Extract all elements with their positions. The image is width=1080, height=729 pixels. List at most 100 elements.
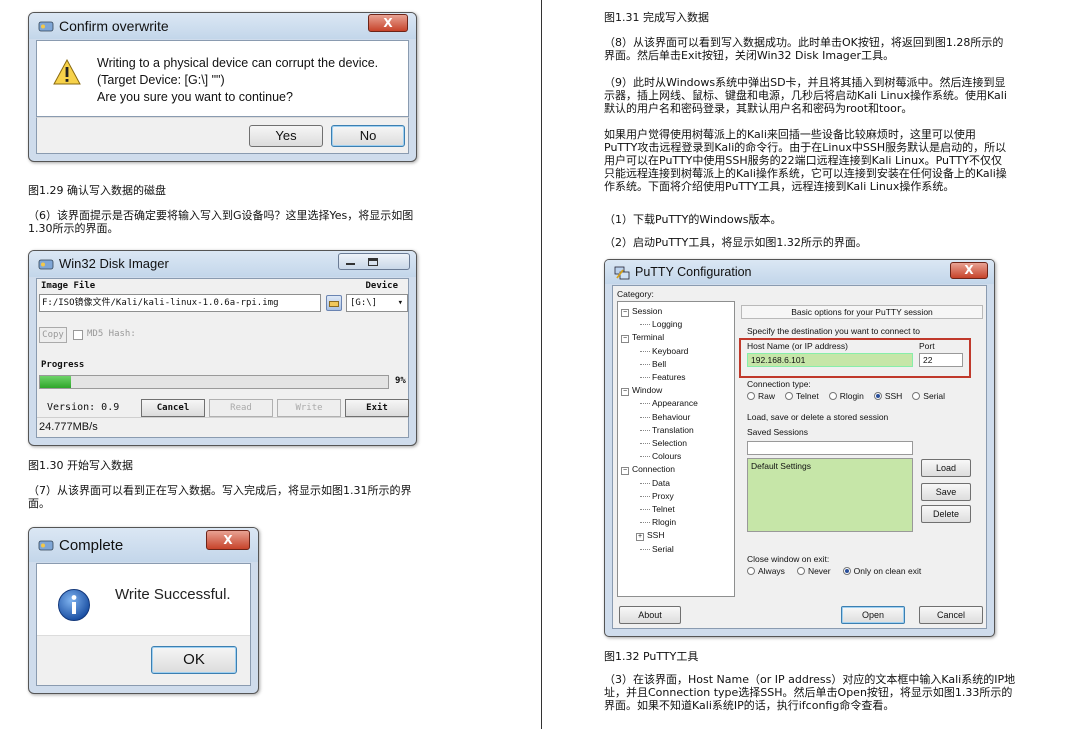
info-icon <box>58 589 90 621</box>
tree-item-colours[interactable]: Colours <box>640 451 681 461</box>
tree-item-selection[interactable]: Selection <box>640 438 687 448</box>
about-button[interactable]: About <box>619 606 681 624</box>
radio-always[interactable]: Always <box>747 566 785 576</box>
text-line: 只能远程连接到树莓派上的Kali操作系统，它可以连接到安装在任何设备上的Kali… <box>604 167 1007 180</box>
ok-button[interactable]: OK <box>151 646 237 674</box>
expand-icon[interactable]: + <box>636 533 644 542</box>
tree-item-features[interactable]: Features <box>640 372 686 382</box>
collapse-icon[interactable]: − <box>621 335 629 344</box>
no-button[interactable]: No <box>331 125 405 147</box>
window-title: PuTTY Configuration <box>635 265 752 279</box>
tree-item-data[interactable]: Data <box>640 478 670 488</box>
radio-ssh[interactable]: SSH <box>873 391 903 401</box>
collapse-icon[interactable]: − <box>621 309 629 317</box>
putty-configuration-window: PuTTY Configuration X Category: − Session… <box>604 259 995 637</box>
tree-connector <box>640 548 650 550</box>
minimize-icon[interactable] <box>346 263 355 265</box>
tree-item-label: Keyboard <box>652 345 689 356</box>
text-line: （3）在该界面，Host Name（or IP address）对应的文本框中输… <box>604 673 1016 686</box>
tree-connector <box>640 350 650 352</box>
connection-type-group: Raw Telnet Rlogin SSH Serial <box>747 391 987 401</box>
md5-checkbox[interactable] <box>73 330 83 340</box>
radio-label: SSH <box>884 391 903 401</box>
tree-item-session[interactable]: − Session <box>621 306 662 317</box>
tree-item-rlogin[interactable]: Rlogin <box>640 517 676 527</box>
win32-disk-imager-window: Win32 Disk Imager Image File Device F:/I… <box>28 250 417 446</box>
connection-type-label: Connection type: <box>747 379 811 389</box>
figure-caption: 图1.31 完成写入数据 <box>604 11 709 24</box>
saved-session-input[interactable] <box>747 441 913 455</box>
session-list[interactable]: Default Settings <box>747 458 913 532</box>
load-button[interactable]: Load <box>921 459 971 477</box>
tree-item-logging[interactable]: Logging <box>640 319 682 329</box>
yes-button[interactable]: Yes <box>249 125 323 147</box>
destination-label: Specify the destination you want to conn… <box>747 326 920 336</box>
radio-serial[interactable]: Serial <box>912 391 945 401</box>
tree-item-appearance[interactable]: Appearance <box>640 398 698 408</box>
complete-message: Write Successful. <box>115 586 231 603</box>
open-button[interactable]: Open <box>841 606 905 624</box>
tree-item-terminal[interactable]: − Terminal <box>621 332 664 344</box>
collapse-icon[interactable]: − <box>621 467 629 476</box>
title-bar: Complete X <box>29 528 258 562</box>
maximize-icon[interactable] <box>368 258 378 266</box>
delete-button[interactable]: Delete <box>921 505 971 523</box>
close-button[interactable]: X <box>368 14 408 32</box>
close-button[interactable]: X <box>206 530 250 550</box>
category-tree: − Session Logging − Terminal Keyboard Bell Feat… <box>617 301 735 597</box>
close-button[interactable]: X <box>950 262 988 279</box>
window-controls <box>338 253 410 270</box>
collapse-icon[interactable]: − <box>621 388 629 397</box>
radio-rlogin[interactable]: Rlogin <box>828 391 864 401</box>
text-line: 用户可以在PuTTY中使用SSH服务的22端口远程连接到Kali Linux。P… <box>604 154 1002 167</box>
radio-button-icon <box>747 567 755 575</box>
tree-item-serial[interactable]: Serial <box>640 543 674 554</box>
radio-only-on-clean-exit[interactable]: Only on clean exit <box>842 566 921 576</box>
tree-item-keyboard[interactable]: Keyboard <box>640 345 689 356</box>
tree-item-label: Serial <box>652 543 674 554</box>
tree-item-behaviour[interactable]: Behaviour <box>640 412 690 422</box>
text-line: PuTTY攻击远程登录到Kali的命令行。由于在Linux中SSH服务默认是启动… <box>604 141 1007 154</box>
radio-telnet[interactable]: Telnet <box>785 391 819 401</box>
tree-item-window[interactable]: − Window <box>621 385 662 397</box>
step-2: （2）启动PuTTY工具，将显示如图1.32所示的界面。 <box>604 236 867 249</box>
text-line: 示器，插上网线、鼠标、键盘和电源，几秒后将启动Kali Linux操作系统。使用… <box>604 89 1007 102</box>
tree-item-connection[interactable]: − Connection <box>621 464 675 476</box>
tree-connector <box>640 416 650 418</box>
radio-button-icon <box>785 392 794 400</box>
radio-raw[interactable]: Raw <box>747 391 775 401</box>
port-input[interactable]: 22 <box>919 353 963 367</box>
browse-folder-icon[interactable] <box>326 295 342 311</box>
tree-item-ssh[interactable]: + SSH <box>636 530 664 542</box>
disk-imager-icon <box>38 21 54 32</box>
image-path-input[interactable]: F:/ISO镜像文件/Kali/kali-linux-1.0.6a-rpi.im… <box>39 294 321 312</box>
tree-item-proxy[interactable]: Proxy <box>640 490 674 501</box>
save-button[interactable]: Save <box>921 483 971 501</box>
tree-item-bell[interactable]: Bell <box>640 359 666 369</box>
port-label: Port <box>919 341 935 351</box>
tree-item-translation[interactable]: Translation <box>640 424 694 435</box>
tree-item-label: Translation <box>652 424 694 435</box>
cancel-button[interactable]: Cancel <box>141 399 205 417</box>
dialog-body: Write Successful. OK <box>36 563 251 686</box>
write-button[interactable]: Write <box>277 399 341 417</box>
figure-caption: 图1.32 PuTTY工具 <box>604 650 699 663</box>
copy-button[interactable]: Copy <box>39 327 67 343</box>
cancel-button[interactable]: Cancel <box>919 606 983 624</box>
session-item-default[interactable]: Default Settings <box>751 461 811 471</box>
status-bar: 24.777MB/s <box>37 417 408 437</box>
putty-icon <box>614 266 630 280</box>
exit-button[interactable]: Exit <box>345 399 409 417</box>
host-name-input[interactable]: 192.168.6.101 <box>747 353 913 367</box>
tree-item-telnet[interactable]: Telnet <box>640 504 675 514</box>
tree-item-label: Telnet <box>652 504 675 514</box>
version-label: Version: 0.9 <box>47 402 120 413</box>
read-button[interactable]: Read <box>209 399 273 417</box>
radio-label: Never <box>807 566 831 576</box>
device-select[interactable]: [G:\] ▾ <box>346 294 408 312</box>
tree-connector <box>640 509 650 510</box>
tree-item-label: Proxy <box>652 490 674 501</box>
radio-button-icon <box>842 567 851 575</box>
text-line: （6）该界面提示是否确定要将输入写入到G设备吗？这里选择Yes，将显示如图 <box>28 209 414 222</box>
radio-never[interactable]: Never <box>796 566 831 576</box>
